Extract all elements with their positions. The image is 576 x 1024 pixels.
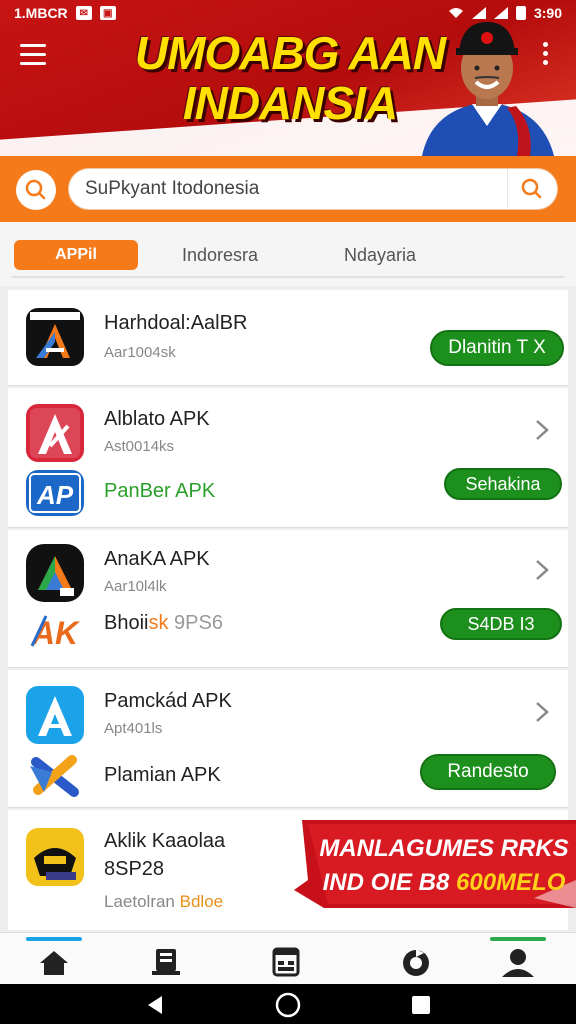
search-submit-icon[interactable] — [507, 169, 557, 209]
banner-title-line1: UMOABG AAN — [134, 27, 446, 79]
app-ap-icon: AP — [26, 470, 84, 516]
header-banner: 1.MBCR ✉ ▣ 3:90 UMOABG AAN INDANSIA — [0, 0, 576, 156]
search-icon[interactable] — [16, 170, 56, 210]
system-navigation — [0, 984, 576, 1024]
banner-title: UMOABG AAN INDANSIA — [130, 28, 450, 128]
category-tabs: APPil Indoresra Ndayaria — [0, 222, 576, 286]
refresh-icon — [403, 949, 429, 976]
app-name: AnaKA APK — [104, 548, 210, 570]
download-button[interactable]: Randesto — [420, 754, 556, 790]
app-name: Pamckád APK — [104, 690, 232, 712]
app-game-icon — [26, 828, 84, 886]
library-icon — [152, 949, 180, 975]
app-a-icon — [26, 308, 84, 366]
bottom-navigation — [0, 932, 576, 984]
app-a-icon — [26, 686, 84, 744]
app-subtitle: Aar10l4lk — [104, 578, 167, 595]
tab-indonesia[interactable]: Indoresra — [160, 240, 280, 270]
app-name: Bhoiisk 9PS6 — [104, 612, 223, 634]
home-icon — [40, 951, 68, 975]
presenter-image — [422, 22, 554, 156]
list-item[interactable]: Harhdoal:AalBR Aar1004sk Dlanitin T X — [8, 290, 568, 386]
back-icon[interactable] — [142, 992, 168, 1018]
promo-line2: IND OIE B8 600MELO — [323, 869, 566, 896]
app-ak-icon: AK — [30, 615, 81, 651]
tab-ndayaria[interactable]: Ndayaria — [318, 240, 442, 270]
profile-icon — [502, 949, 534, 977]
app-name: PanBer APK — [104, 480, 216, 502]
app-x-icon — [30, 755, 79, 797]
app-a-icon — [26, 404, 84, 462]
home-button-icon[interactable] — [275, 992, 301, 1018]
menu-icon[interactable] — [20, 44, 46, 66]
nav-profile[interactable] — [488, 937, 548, 981]
app-version: 8SP28 — [104, 858, 165, 880]
search-field — [68, 168, 558, 210]
banner-title-line2: INDANSIA — [182, 77, 398, 129]
app-name: Harhdoal:AalBR — [104, 312, 248, 334]
notification-icon: ▣ — [99, 6, 116, 20]
list-item[interactable]: Alblato APK Ast0014ks AP PanBer APK Seha… — [8, 388, 568, 528]
nav-home[interactable] — [24, 937, 84, 981]
svg-text:AP: AP — [36, 480, 74, 510]
nav-library[interactable] — [136, 937, 196, 981]
app-list: Harhdoal:AalBR Aar1004sk Dlanitin T X Al… — [8, 290, 576, 930]
promo-line1: MANLAGUMES RRKS — [319, 835, 568, 862]
search-input[interactable] — [85, 169, 505, 209]
tab-divider — [12, 276, 564, 278]
more-options-icon[interactable] — [543, 42, 551, 66]
search-bar — [0, 156, 576, 222]
app-footer: Laetolran Bdloe — [104, 892, 224, 911]
download-button[interactable]: Sehakina — [444, 468, 562, 500]
chevron-right-icon[interactable] — [532, 698, 552, 726]
nav-refresh[interactable] — [386, 937, 446, 981]
calendar-icon — [272, 947, 300, 977]
app-subtitle: Aar1004sk — [104, 344, 176, 361]
app-name: Alblato APK — [104, 408, 210, 430]
list-item[interactable]: Pamckád APK Apt401ls Plamian APK Randest… — [8, 670, 568, 808]
tab-apps[interactable]: APPil — [14, 240, 138, 270]
list-item[interactable]: AnaKA APK Aar10l4lk AK Bhoiisk 9PS6 S4DB… — [8, 530, 568, 668]
recents-icon[interactable] — [408, 992, 434, 1018]
status-carrier-text: 1.MBCR — [14, 5, 68, 21]
app-play-icon — [26, 544, 84, 602]
chevron-right-icon[interactable] — [532, 556, 552, 584]
nav-active-indicator — [26, 937, 82, 941]
download-button[interactable]: S4DB I3 — [440, 608, 562, 640]
nav-calendar[interactable] — [256, 937, 316, 981]
app-subtitle: Apt401ls — [104, 720, 163, 737]
message-icon: ✉ — [75, 6, 92, 20]
app-name: Aklik Kaaolaa — [104, 830, 226, 852]
app-name: Plamian APK — [104, 764, 221, 786]
chevron-right-icon[interactable] — [532, 416, 552, 444]
promo-banner[interactable]: MANLAGUMES RRKS IND OIE B8 600MELO — [294, 820, 576, 908]
nav-indicator — [490, 937, 546, 941]
download-button[interactable]: Dlanitin T X — [430, 330, 564, 366]
app-subtitle: Ast0014ks — [104, 438, 175, 455]
